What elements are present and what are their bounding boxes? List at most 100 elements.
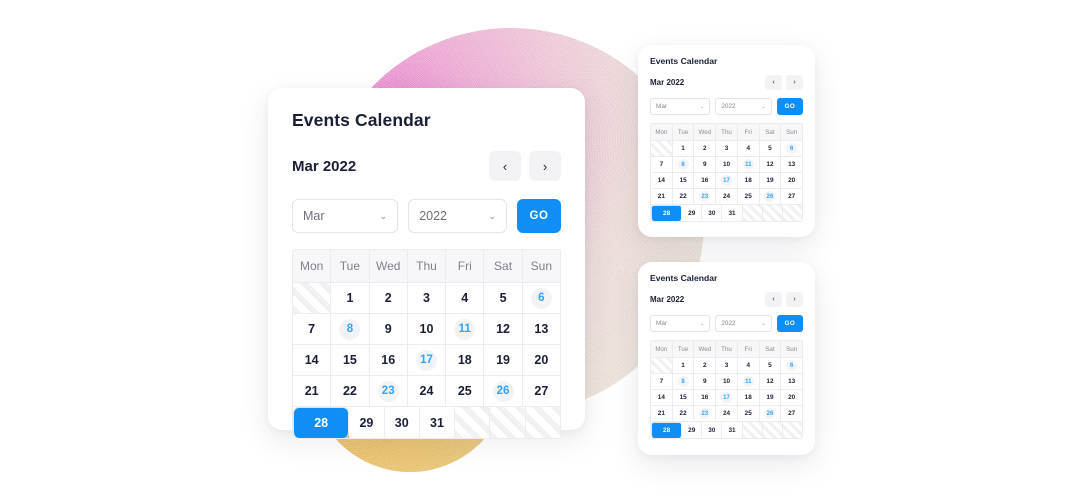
calendar-day-5[interactable]: 5 bbox=[759, 358, 782, 374]
calendar-day-12[interactable]: 12 bbox=[484, 314, 523, 345]
calendar-day-5[interactable]: 5 bbox=[759, 141, 782, 157]
go-button[interactable]: GO bbox=[517, 199, 561, 233]
calendar-day-event-17[interactable]: 17 bbox=[407, 345, 447, 376]
calendar-day-16[interactable]: 16 bbox=[694, 390, 717, 406]
calendar-day-event-8[interactable]: 8 bbox=[331, 314, 370, 345]
calendar-day-3[interactable]: 3 bbox=[407, 283, 447, 314]
calendar-day-event-8[interactable]: 8 bbox=[672, 157, 695, 173]
calendar-day-24[interactable]: 24 bbox=[716, 406, 738, 422]
calendar-day-selected-28[interactable]: 28 bbox=[651, 205, 683, 221]
calendar-day-27[interactable]: 27 bbox=[522, 376, 560, 407]
prev-month-button[interactable]: ‹ bbox=[765, 75, 782, 90]
calendar-day-10[interactable]: 10 bbox=[407, 314, 447, 345]
next-month-button[interactable]: › bbox=[529, 151, 561, 181]
calendar-day-25[interactable]: 25 bbox=[737, 406, 760, 422]
calendar-day-20[interactable]: 20 bbox=[781, 173, 802, 189]
calendar-day-24[interactable]: 24 bbox=[716, 189, 738, 205]
calendar-day-event-11[interactable]: 11 bbox=[737, 157, 760, 173]
calendar-day-15[interactable]: 15 bbox=[672, 390, 695, 406]
next-month-button[interactable]: › bbox=[786, 292, 803, 307]
calendar-day-14[interactable]: 14 bbox=[293, 345, 332, 376]
calendar-day-21[interactable]: 21 bbox=[651, 406, 673, 422]
month-select[interactable]: Mar ⌄ bbox=[650, 315, 711, 332]
calendar-day-19[interactable]: 19 bbox=[484, 345, 523, 376]
calendar-day-30[interactable]: 30 bbox=[702, 205, 723, 221]
year-select[interactable]: 2022 ⌄ bbox=[715, 98, 772, 115]
calendar-day-15[interactable]: 15 bbox=[331, 345, 370, 376]
calendar-day-27[interactable]: 27 bbox=[781, 189, 802, 205]
calendar-day-18[interactable]: 18 bbox=[737, 390, 760, 406]
calendar-day-event-6[interactable]: 6 bbox=[781, 358, 802, 374]
calendar-day-9[interactable]: 9 bbox=[694, 157, 717, 173]
calendar-day-25[interactable]: 25 bbox=[446, 376, 485, 407]
calendar-day-4[interactable]: 4 bbox=[737, 358, 760, 374]
calendar-day-30[interactable]: 30 bbox=[702, 422, 723, 438]
calendar-day-event-6[interactable]: 6 bbox=[522, 283, 560, 314]
calendar-day-27[interactable]: 27 bbox=[781, 406, 802, 422]
go-button[interactable]: GO bbox=[776, 315, 803, 332]
next-month-button[interactable]: › bbox=[786, 75, 803, 90]
calendar-day-event-23[interactable]: 23 bbox=[694, 189, 717, 205]
month-select[interactable]: Mar ⌄ bbox=[292, 199, 399, 233]
prev-month-button[interactable]: ‹ bbox=[489, 151, 521, 181]
calendar-day-19[interactable]: 19 bbox=[759, 390, 782, 406]
calendar-day-10[interactable]: 10 bbox=[716, 157, 738, 173]
calendar-day-event-26[interactable]: 26 bbox=[484, 376, 523, 407]
calendar-day-22[interactable]: 22 bbox=[672, 189, 695, 205]
calendar-day-2[interactable]: 2 bbox=[694, 358, 717, 374]
calendar-day-20[interactable]: 20 bbox=[522, 345, 560, 376]
calendar-day-21[interactable]: 21 bbox=[651, 189, 673, 205]
calendar-day-30[interactable]: 30 bbox=[384, 407, 420, 438]
calendar-day-selected-28[interactable]: 28 bbox=[651, 422, 683, 438]
calendar-day-24[interactable]: 24 bbox=[407, 376, 447, 407]
calendar-day-3[interactable]: 3 bbox=[716, 358, 738, 374]
calendar-day-18[interactable]: 18 bbox=[446, 345, 485, 376]
calendar-day-13[interactable]: 13 bbox=[781, 157, 802, 173]
calendar-day-event-26[interactable]: 26 bbox=[759, 406, 782, 422]
calendar-day-20[interactable]: 20 bbox=[781, 390, 802, 406]
calendar-day-25[interactable]: 25 bbox=[737, 189, 760, 205]
calendar-day-10[interactable]: 10 bbox=[716, 374, 738, 390]
calendar-day-1[interactable]: 1 bbox=[672, 141, 695, 157]
calendar-day-event-23[interactable]: 23 bbox=[694, 406, 717, 422]
calendar-day-3[interactable]: 3 bbox=[716, 141, 738, 157]
calendar-day-event-23[interactable]: 23 bbox=[369, 376, 408, 407]
calendar-day-12[interactable]: 12 bbox=[759, 374, 782, 390]
calendar-day-13[interactable]: 13 bbox=[522, 314, 560, 345]
calendar-day-29[interactable]: 29 bbox=[682, 422, 703, 438]
calendar-day-event-11[interactable]: 11 bbox=[446, 314, 485, 345]
calendar-day-29[interactable]: 29 bbox=[682, 205, 703, 221]
calendar-day-selected-28[interactable]: 28 bbox=[293, 407, 350, 438]
calendar-day-event-17[interactable]: 17 bbox=[716, 173, 738, 189]
calendar-day-18[interactable]: 18 bbox=[737, 173, 760, 189]
month-select[interactable]: Mar ⌄ bbox=[650, 98, 711, 115]
calendar-day-14[interactable]: 14 bbox=[651, 390, 673, 406]
calendar-day-7[interactable]: 7 bbox=[651, 374, 673, 390]
calendar-day-4[interactable]: 4 bbox=[446, 283, 485, 314]
calendar-day-31[interactable]: 31 bbox=[419, 407, 456, 438]
calendar-day-7[interactable]: 7 bbox=[651, 157, 673, 173]
calendar-day-1[interactable]: 1 bbox=[331, 283, 370, 314]
calendar-day-event-26[interactable]: 26 bbox=[759, 189, 782, 205]
calendar-day-1[interactable]: 1 bbox=[672, 358, 695, 374]
calendar-day-5[interactable]: 5 bbox=[484, 283, 523, 314]
calendar-day-2[interactable]: 2 bbox=[694, 141, 717, 157]
calendar-day-2[interactable]: 2 bbox=[369, 283, 408, 314]
prev-month-button[interactable]: ‹ bbox=[765, 292, 782, 307]
calendar-day-7[interactable]: 7 bbox=[293, 314, 332, 345]
calendar-day-19[interactable]: 19 bbox=[759, 173, 782, 189]
calendar-day-13[interactable]: 13 bbox=[781, 374, 802, 390]
year-select[interactable]: 2022 ⌄ bbox=[715, 315, 772, 332]
calendar-day-9[interactable]: 9 bbox=[694, 374, 717, 390]
calendar-day-event-8[interactable]: 8 bbox=[672, 374, 695, 390]
calendar-day-16[interactable]: 16 bbox=[369, 345, 408, 376]
calendar-day-16[interactable]: 16 bbox=[694, 173, 717, 189]
calendar-day-22[interactable]: 22 bbox=[331, 376, 370, 407]
go-button[interactable]: GO bbox=[776, 98, 803, 115]
calendar-day-14[interactable]: 14 bbox=[651, 173, 673, 189]
calendar-day-12[interactable]: 12 bbox=[759, 157, 782, 173]
calendar-day-29[interactable]: 29 bbox=[349, 407, 385, 438]
calendar-day-event-6[interactable]: 6 bbox=[781, 141, 802, 157]
calendar-day-4[interactable]: 4 bbox=[737, 141, 760, 157]
calendar-day-event-11[interactable]: 11 bbox=[737, 374, 760, 390]
